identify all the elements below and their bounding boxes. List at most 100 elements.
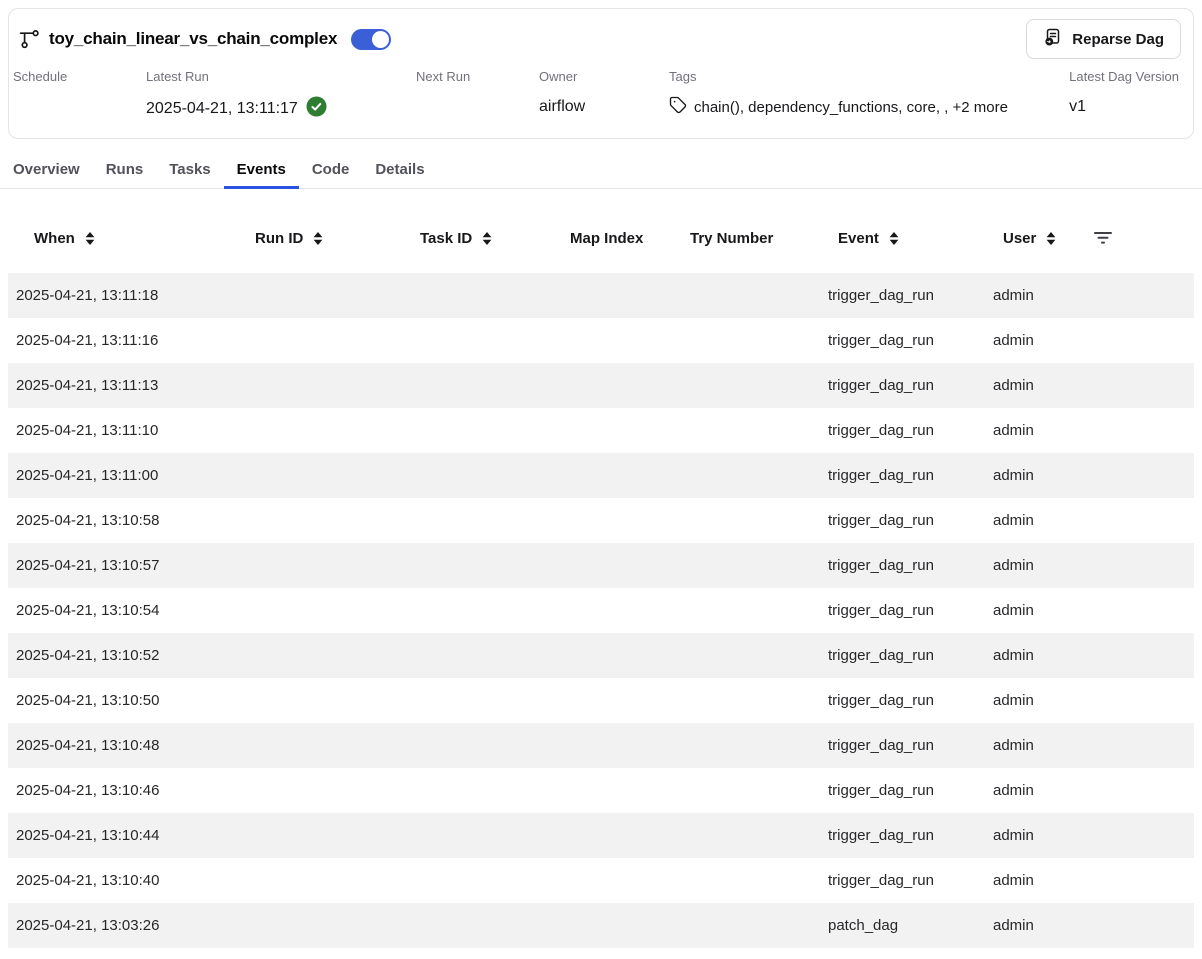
document-refresh-icon bbox=[1043, 27, 1063, 51]
dag-title: toy_chain_linear_vs_chain_complex bbox=[49, 29, 337, 49]
table-row: 2025-04-21, 13:10:54 trigger_dag_run adm… bbox=[8, 588, 1194, 633]
owner-label: Owner bbox=[539, 69, 669, 84]
tab-runs[interactable]: Runs bbox=[93, 154, 157, 188]
filter-button[interactable] bbox=[1085, 231, 1194, 245]
cell-when: 2025-04-21, 13:11:18 bbox=[8, 287, 237, 304]
cell-user: admin bbox=[985, 872, 1085, 889]
table-row: 2025-04-21, 13:11:10 trigger_dag_run adm… bbox=[8, 408, 1194, 453]
column-label: Run ID bbox=[255, 230, 303, 247]
reparse-dag-button[interactable]: Reparse Dag bbox=[1026, 19, 1181, 59]
cell-event: trigger_dag_run bbox=[820, 422, 985, 439]
cell-event: trigger_dag_run bbox=[820, 602, 985, 619]
cell-event: trigger_dag_run bbox=[820, 377, 985, 394]
cell-user: admin bbox=[985, 737, 1085, 754]
cell-user: admin bbox=[985, 467, 1085, 484]
dag-icon bbox=[19, 28, 41, 50]
table-row: 2025-04-21, 13:10:44 trigger_dag_run adm… bbox=[8, 813, 1194, 858]
cell-event: patch_dag bbox=[820, 917, 985, 934]
cell-when: 2025-04-21, 13:03:26 bbox=[8, 917, 237, 934]
tab-code[interactable]: Code bbox=[299, 154, 363, 188]
column-header-run-id[interactable]: Run ID bbox=[237, 230, 402, 247]
cell-event: trigger_dag_run bbox=[820, 287, 985, 304]
dag-pause-toggle[interactable] bbox=[351, 29, 391, 50]
cell-event: trigger_dag_run bbox=[820, 737, 985, 754]
cell-user: admin bbox=[985, 827, 1085, 844]
cell-user: admin bbox=[985, 512, 1085, 529]
table-row: 2025-04-21, 13:10:50 trigger_dag_run adm… bbox=[8, 678, 1194, 723]
sort-icon bbox=[84, 231, 96, 246]
cell-user: admin bbox=[985, 332, 1085, 349]
cell-event: trigger_dag_run bbox=[820, 827, 985, 844]
cell-when: 2025-04-21, 13:11:16 bbox=[8, 332, 237, 349]
dag-header-card: toy_chain_linear_vs_chain_complex Repars… bbox=[8, 8, 1194, 139]
cell-when: 2025-04-21, 13:10:52 bbox=[8, 647, 237, 664]
schedule-value bbox=[13, 96, 146, 117]
cell-user: admin bbox=[985, 602, 1085, 619]
cell-event: trigger_dag_run bbox=[820, 557, 985, 574]
cell-when: 2025-04-21, 13:11:13 bbox=[8, 377, 237, 394]
column-label: When bbox=[34, 230, 75, 247]
table-row: 2025-04-21, 13:10:40 trigger_dag_run adm… bbox=[8, 858, 1194, 903]
cell-user: admin bbox=[985, 647, 1085, 664]
table-row: 2025-04-21, 13:10:52 trigger_dag_run adm… bbox=[8, 633, 1194, 678]
column-header-event[interactable]: Event bbox=[820, 230, 985, 247]
tab-events[interactable]: Events bbox=[224, 154, 299, 188]
tab-tasks[interactable]: Tasks bbox=[156, 154, 223, 188]
owner-value: airflow bbox=[539, 96, 669, 117]
cell-event: trigger_dag_run bbox=[820, 692, 985, 709]
cell-when: 2025-04-21, 13:10:57 bbox=[8, 557, 237, 574]
meta-latest-run: Latest Run 2025-04-21, 13:11:17 bbox=[146, 69, 416, 122]
cell-when: 2025-04-21, 13:10:40 bbox=[8, 872, 237, 889]
cell-user: admin bbox=[985, 287, 1085, 304]
column-label: Task ID bbox=[420, 230, 472, 247]
cell-user: admin bbox=[985, 377, 1085, 394]
filter-lines-icon bbox=[1093, 231, 1113, 245]
cell-when: 2025-04-21, 13:10:46 bbox=[8, 782, 237, 799]
cell-user: admin bbox=[985, 422, 1085, 439]
tags-label: Tags bbox=[669, 69, 1069, 84]
meta-tags: Tags chain(), dependency_functions, core… bbox=[669, 69, 1069, 118]
events-table-header: When Run ID Task ID Map Index Try Number… bbox=[8, 215, 1194, 261]
tab-overview[interactable]: Overview bbox=[0, 154, 93, 188]
cell-event: trigger_dag_run bbox=[820, 332, 985, 349]
column-header-user[interactable]: User bbox=[985, 230, 1085, 247]
tags-value[interactable]: chain(), dependency_functions, core, , +… bbox=[694, 99, 1008, 116]
cell-when: 2025-04-21, 13:10:54 bbox=[8, 602, 237, 619]
cell-event: trigger_dag_run bbox=[820, 467, 985, 484]
table-row: 2025-04-21, 13:10:58 trigger_dag_run adm… bbox=[8, 498, 1194, 543]
column-header-task-id[interactable]: Task ID bbox=[402, 230, 552, 247]
sort-icon bbox=[888, 231, 900, 246]
cell-user: admin bbox=[985, 692, 1085, 709]
cell-when: 2025-04-21, 13:10:48 bbox=[8, 737, 237, 754]
schedule-label: Schedule bbox=[13, 69, 146, 84]
dag-tab-bar: OverviewRunsTasksEventsCodeDetails bbox=[0, 154, 1202, 189]
cell-when: 2025-04-21, 13:11:10 bbox=[8, 422, 237, 439]
meta-dag-version: Latest Dag Version v1 bbox=[1069, 69, 1193, 117]
cell-when: 2025-04-21, 13:10:44 bbox=[8, 827, 237, 844]
table-row: 2025-04-21, 13:11:00 trigger_dag_run adm… bbox=[8, 453, 1194, 498]
cell-when: 2025-04-21, 13:11:00 bbox=[8, 467, 237, 484]
column-header-when[interactable]: When bbox=[8, 230, 237, 247]
table-row: 2025-04-21, 13:11:18 trigger_dag_run adm… bbox=[8, 273, 1194, 318]
column-label: Map Index bbox=[570, 230, 643, 247]
cell-user: admin bbox=[985, 557, 1085, 574]
dag-version-label: Latest Dag Version bbox=[1069, 69, 1179, 84]
table-row: 2025-04-21, 13:10:46 trigger_dag_run adm… bbox=[8, 768, 1194, 813]
cell-when: 2025-04-21, 13:10:58 bbox=[8, 512, 237, 529]
next-run-label: Next Run bbox=[416, 69, 539, 84]
next-run-value bbox=[416, 96, 539, 117]
tab-details[interactable]: Details bbox=[362, 154, 437, 188]
cell-event: trigger_dag_run bbox=[820, 872, 985, 889]
toggle-knob bbox=[372, 31, 389, 48]
sort-icon bbox=[1045, 231, 1057, 246]
meta-owner: Owner airflow bbox=[539, 69, 669, 117]
column-label: User bbox=[1003, 230, 1036, 247]
table-row: 2025-04-21, 13:10:48 trigger_dag_run adm… bbox=[8, 723, 1194, 768]
cell-event: trigger_dag_run bbox=[820, 512, 985, 529]
table-row: 2025-04-21, 13:10:57 trigger_dag_run adm… bbox=[8, 543, 1194, 588]
events-table-body: 2025-04-21, 13:11:18 trigger_dag_run adm… bbox=[8, 273, 1194, 948]
cell-when: 2025-04-21, 13:10:50 bbox=[8, 692, 237, 709]
sort-icon bbox=[312, 231, 324, 246]
latest-run-value[interactable]: 2025-04-21, 13:11:17 bbox=[146, 100, 298, 118]
dag-meta-row: Schedule Latest Run 2025-04-21, 13:11:17… bbox=[9, 57, 1193, 138]
